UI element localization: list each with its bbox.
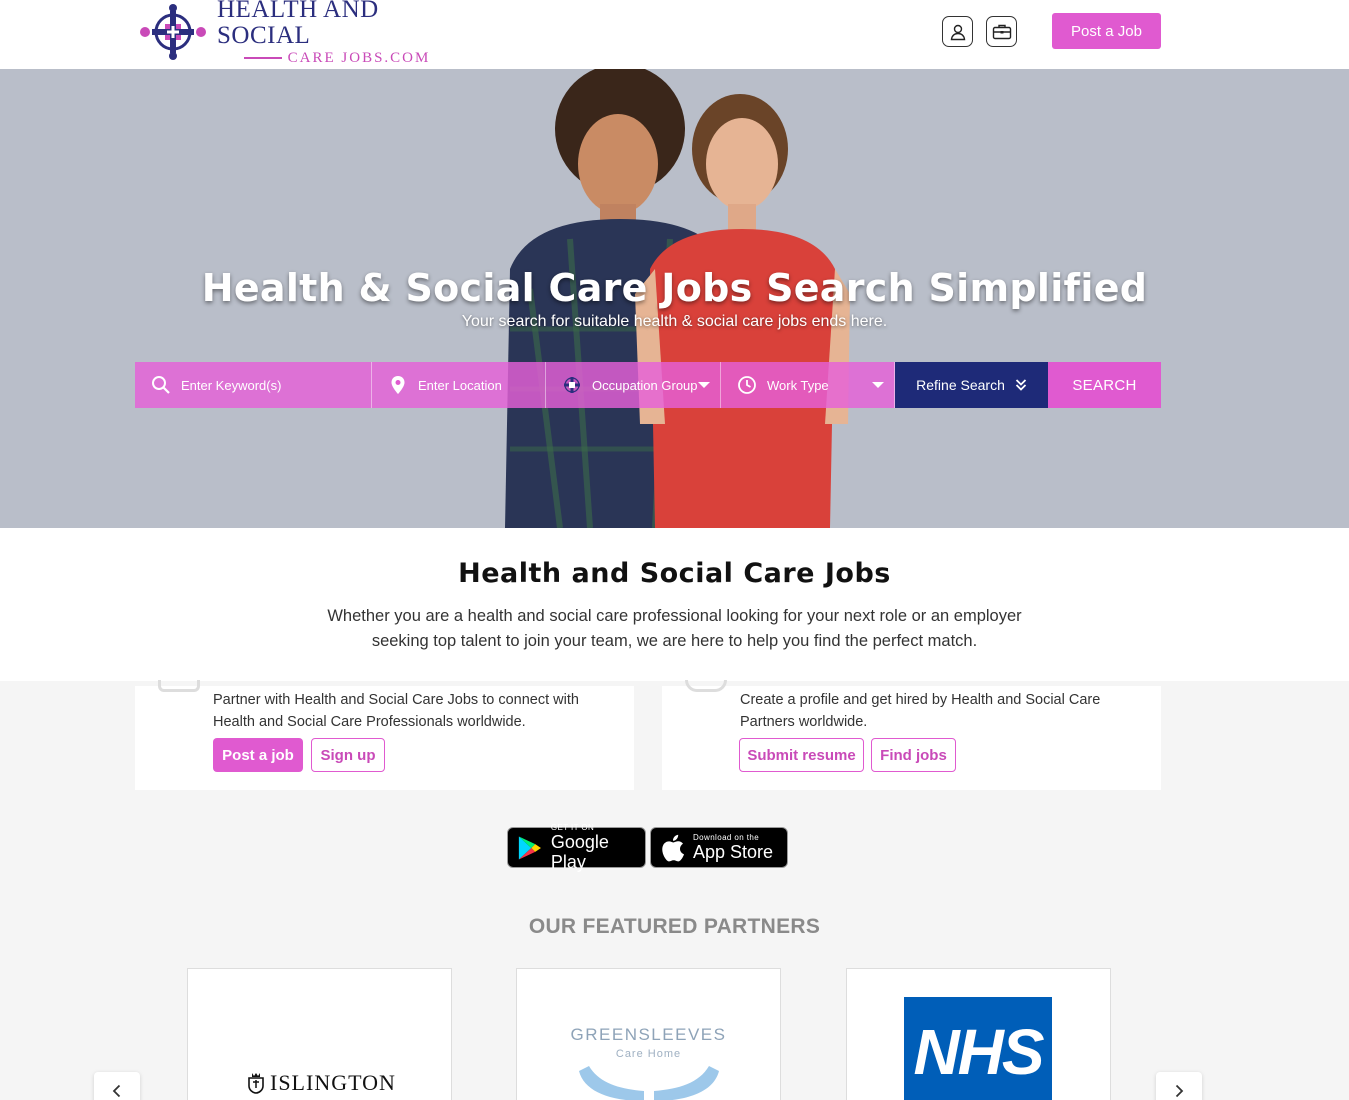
keyword-placeholder: Enter Keyword(s) — [181, 377, 282, 393]
hero-subtitle: Your search for suitable health & social… — [461, 313, 888, 330]
location-placeholder: Enter Location — [418, 377, 502, 393]
carousel-next-button[interactable] — [1156, 1072, 1202, 1100]
employer-card-text: Partner with Health and Social Care Jobs… — [213, 692, 579, 730]
google-play-badge[interactable]: GET IT ON Google Play — [507, 823, 646, 872]
caring-hands-icon — [579, 1066, 719, 1100]
app-store-badge[interactable]: Download on the App Store — [650, 827, 788, 868]
work-type-label: Work Type — [767, 377, 829, 393]
partner-sub-greensleeves: Care Home — [615, 1048, 682, 1060]
app-store-small-text: Download on the — [693, 833, 760, 842]
briefcase-icon — [992, 24, 1011, 39]
featured-partners-title: OUR FEATURED PARTNERS — [528, 915, 821, 938]
intro-section: Health and Social Care Jobs Whether you … — [0, 528, 1349, 681]
user-account-button[interactable] — [942, 16, 973, 47]
apple-icon — [662, 834, 684, 861]
chevron-left-icon — [112, 1084, 121, 1098]
google-play-icon — [518, 835, 541, 860]
partner-name-nhs: NHS — [913, 1016, 1044, 1088]
employer-card: Partner with Health and Social Care Jobs… — [135, 680, 634, 790]
app-store-big-text: App Store — [693, 842, 774, 862]
islington-crest-icon — [248, 1073, 264, 1094]
intro-heading: Health and Social Care Jobs — [458, 558, 891, 589]
candidate-card: Create a profile and get hired by Health… — [662, 680, 1161, 790]
sign-up-button[interactable]: Sign up — [311, 738, 385, 772]
occupation-emblem-icon — [562, 375, 582, 395]
job-search-bar: Enter Keyword(s) Enter Location Occupati… — [135, 362, 1161, 408]
location-pin-icon — [388, 375, 408, 395]
logo-text-secondary: CARE JOBS.COM — [287, 50, 431, 66]
chevron-down-icon — [872, 382, 884, 388]
post-job-button[interactable]: Post a Job — [1052, 13, 1161, 49]
partner-name-islington: ISLINGTON — [270, 1070, 396, 1095]
refine-search-label: Refine Search — [916, 377, 1005, 393]
keyword-input[interactable]: Enter Keyword(s) — [135, 362, 372, 408]
clock-icon — [737, 375, 757, 395]
nhs-logo: NHS — [904, 997, 1052, 1100]
refine-search-button[interactable]: Refine Search — [895, 362, 1048, 408]
location-input[interactable]: Enter Location — [372, 362, 546, 408]
candidate-card-text: Create a profile and get hired by Health… — [740, 692, 1101, 730]
partner-name-greensleeves: GREENSLEEVES — [570, 1025, 727, 1044]
hero-photo-girl — [635, 94, 850, 528]
candidate-card-icon — [685, 680, 727, 692]
saved-jobs-button[interactable] — [986, 16, 1017, 47]
partner-card-islington[interactable]: ISLINGTON — [187, 968, 452, 1100]
partner-card-greensleeves[interactable]: GREENSLEEVES Care Home — [516, 968, 781, 1100]
site-logo[interactable]: HEALTH AND SOCIAL CARE JOBS.COM — [137, 0, 457, 66]
search-button[interactable]: SEARCH — [1048, 362, 1161, 408]
carousel-prev-button[interactable] — [94, 1072, 140, 1100]
work-type-select[interactable]: Work Type — [721, 362, 895, 408]
partner-card-nhs[interactable]: NHS — [846, 968, 1111, 1100]
submit-resume-button[interactable]: Submit resume — [739, 738, 864, 772]
intro-text: Whether you are a health and social care… — [327, 607, 1022, 650]
site-header: HEALTH AND SOCIAL CARE JOBS.COM Post a J… — [0, 0, 1349, 69]
double-chevron-down-icon — [1015, 379, 1026, 391]
post-a-job-button[interactable]: Post a job — [213, 738, 303, 772]
logo-emblem-icon — [137, 3, 209, 61]
user-icon — [950, 24, 965, 40]
occupation-group-label: Occupation Group — [592, 377, 698, 393]
employer-card-icon — [158, 680, 200, 692]
chevron-right-icon — [1175, 1084, 1184, 1098]
search-icon — [151, 375, 171, 395]
logo-text-primary: HEALTH AND SOCIAL — [217, 0, 379, 49]
chevron-down-icon — [698, 382, 710, 388]
google-play-big-text: Google Play — [550, 832, 609, 872]
occupation-group-select[interactable]: Occupation Group — [546, 362, 721, 408]
hero-banner: Health & Social Care Jobs Search Simplif… — [0, 69, 1349, 528]
google-play-small-text: GET IT ON — [550, 823, 595, 832]
hero-title: Health & Social Care Jobs Search Simplif… — [201, 266, 1148, 310]
find-jobs-button[interactable]: Find jobs — [871, 738, 956, 772]
